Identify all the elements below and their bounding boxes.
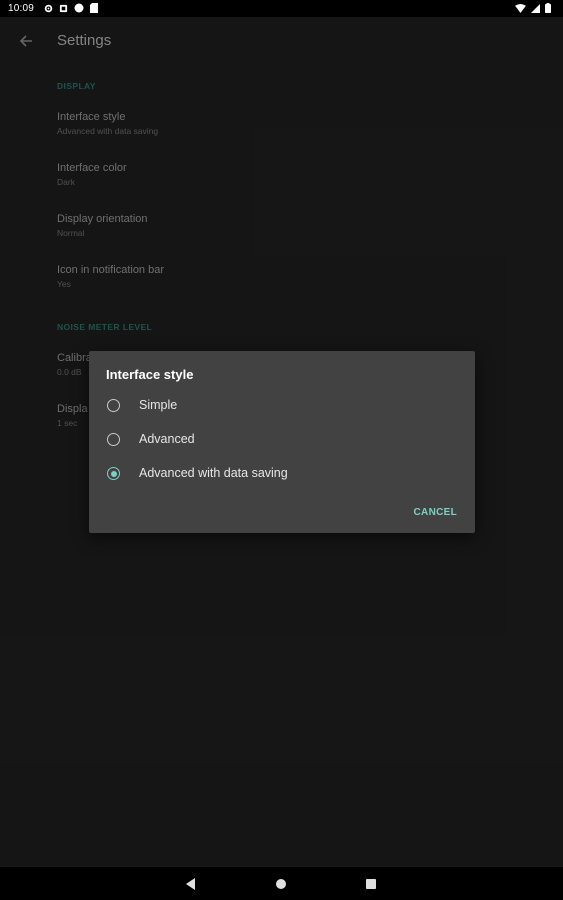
- circle-icon: [74, 3, 84, 13]
- radio-button-selected[interactable]: [107, 467, 120, 480]
- option-label: Advanced with data saving: [139, 466, 288, 480]
- status-bar: 10:09: [0, 0, 563, 17]
- nav-home-icon[interactable]: [272, 875, 290, 893]
- dialog-title: Interface style: [106, 367, 194, 382]
- sd-card-icon: [90, 3, 98, 13]
- nav-recents-icon[interactable]: [362, 875, 380, 893]
- navigation-bar: [0, 867, 563, 900]
- option-simple[interactable]: Simple: [107, 395, 447, 417]
- interface-style-dialog: Interface style Simple Advanced Advanced…: [89, 351, 475, 533]
- nav-back-icon[interactable]: [182, 875, 200, 893]
- option-label: Advanced: [139, 432, 195, 446]
- notification-square-icon: [59, 4, 68, 12]
- radio-button[interactable]: [107, 399, 120, 412]
- signal-icon: [531, 3, 540, 13]
- gear-icon: [44, 4, 53, 12]
- status-time: 10:09: [8, 3, 35, 14]
- cancel-button[interactable]: CANCEL: [414, 507, 457, 518]
- option-advanced[interactable]: Advanced: [107, 429, 447, 451]
- option-advanced-data-saving[interactable]: Advanced with data saving: [107, 463, 447, 485]
- radio-button[interactable]: [107, 433, 120, 446]
- wifi-icon: [515, 3, 526, 13]
- option-label: Simple: [139, 398, 178, 412]
- battery-icon: [545, 3, 551, 13]
